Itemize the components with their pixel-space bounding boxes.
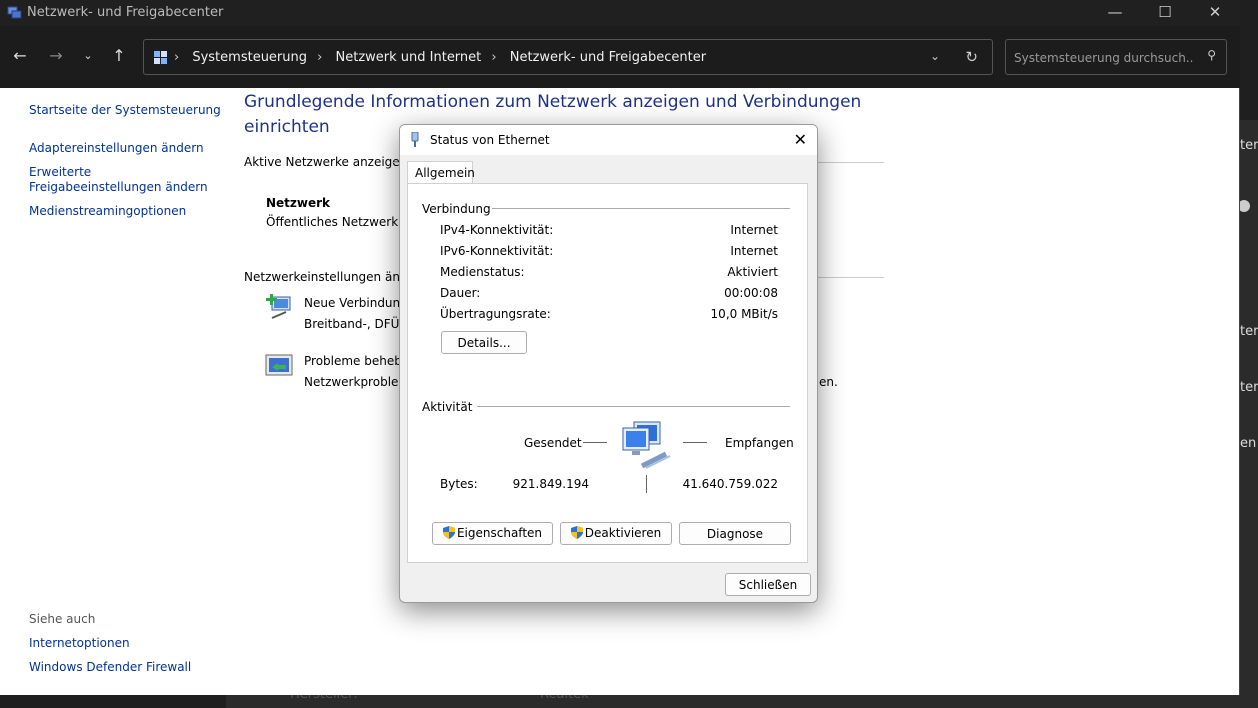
tab-general[interactable]: Allgemein [407, 161, 475, 184]
properties-button[interactable]: Eigenschaften [432, 522, 553, 545]
sidebar-item-advanced-sharing[interactable]: Erweiterte Freigabeeinstellungen ändern [29, 165, 209, 195]
address-dropdown-chevron-icon[interactable]: ⌄ [930, 49, 940, 63]
background-edge-text: ter [1240, 380, 1258, 395]
sent-label: Gesendet [524, 436, 582, 450]
connection-heading: Verbindung [422, 202, 491, 216]
breadcrumb-separator-icon: › [174, 50, 180, 65]
diagnose-button[interactable]: Diagnose [679, 522, 791, 545]
background-edge-text: en [1240, 436, 1257, 451]
properties-button-label: Eigenschaften [456, 526, 543, 540]
address-bar[interactable]: › Systemsteuerung › Netzwerk und Interne… [143, 39, 993, 75]
navigation-bar: ← → ⌄ ↑ › Systemsteuerung › Netzwerk und… [0, 26, 1240, 88]
search-input[interactable] [1014, 48, 1194, 68]
media-status-value: Aktiviert [727, 265, 778, 279]
speed-value: 10,0 MBit/s [710, 307, 778, 321]
breadcrumb: › Systemsteuerung › Netzwerk und Interne… [174, 50, 712, 65]
dialog-title-bar: Status von Ethernet ✕ [400, 125, 817, 155]
up-arrow-icon[interactable]: ↑ [107, 46, 131, 68]
maximize-button[interactable]: ☐ [1155, 3, 1175, 23]
duration-label: Dauer: [440, 286, 481, 300]
media-status-label: Medienstatus: [440, 265, 525, 279]
settings-heading: Netzwerkeinstellungen änder [244, 270, 420, 284]
close-icon[interactable]: ✕ [794, 130, 807, 149]
back-arrow-icon[interactable]: ← [8, 46, 32, 68]
disable-button[interactable]: Deaktivieren [560, 522, 672, 545]
see-also-heading: Siehe auch [29, 612, 96, 626]
divider [492, 208, 790, 209]
troubleshoot-description-tail: en. [819, 375, 838, 389]
dialog-title: Status von Ethernet [430, 133, 550, 147]
network-type: Öffentliches Netzwerk [266, 215, 399, 229]
ipv6-label: IPv6-Konnektivität: [440, 244, 554, 258]
title-bar: Netzwerk- und Freigabecenter — ☐ ✕ [0, 0, 1240, 26]
disable-button-label: Deaktivieren [584, 526, 662, 540]
breadcrumb-item[interactable]: Netzwerk- und Freigabecenter [510, 50, 706, 65]
close-dialog-button[interactable]: Schließen [725, 573, 811, 596]
troubleshoot-icon [265, 354, 293, 376]
uac-shield-icon [570, 526, 583, 539]
ethernet-plug-icon [411, 132, 419, 147]
see-also-internet-options[interactable]: Internetoptionen [29, 636, 130, 650]
search-icon[interactable]: ⚲ [1207, 48, 1216, 62]
recent-locations-chevron-icon[interactable]: ⌄ [76, 49, 100, 71]
bytes-label: Bytes: [440, 477, 478, 491]
control-panel-icon [154, 51, 167, 64]
active-networks-heading: Aktive Netzwerke anzeigen [244, 155, 408, 169]
activity-heading: Aktivität [422, 400, 473, 414]
breadcrumb-item[interactable]: Systemsteuerung [192, 50, 307, 65]
details-button[interactable]: Details... [441, 331, 527, 354]
bytes-sent-value: 921.849.194 [512, 477, 589, 491]
window-title: Netzwerk- und Freigabecenter [27, 5, 224, 20]
bytes-divider [646, 475, 647, 493]
bytes-received-value: 41.640.759.022 [682, 477, 778, 491]
refresh-icon[interactable]: ↻ [965, 48, 978, 66]
breadcrumb-item[interactable]: Netzwerk und Internet [336, 50, 482, 65]
duration-value: 00:00:08 [724, 286, 778, 300]
troubleshoot-link[interactable]: Probleme behebe [304, 354, 409, 368]
network-center-icon [7, 6, 22, 19]
received-label: Empfangen [725, 436, 794, 450]
ipv4-label: IPv4-Konnektivität: [440, 223, 554, 237]
general-tab-panel [407, 183, 808, 563]
sent-line [583, 442, 607, 443]
divider [477, 406, 790, 407]
uac-shield-icon [442, 526, 455, 539]
ipv6-value: Internet [730, 244, 778, 258]
background-edge-text: ter [1240, 324, 1258, 339]
see-also-firewall[interactable]: Windows Defender Firewall [29, 660, 191, 674]
ipv4-value: Internet [730, 223, 778, 237]
troubleshoot-description: Netzwerkproblem [304, 375, 411, 389]
forward-arrow-icon[interactable]: → [44, 46, 68, 68]
speed-label: Übertragungsrate: [440, 307, 551, 321]
sidebar-item-media-streaming[interactable]: Medienstreamingoptionen [29, 204, 186, 218]
sidebar-item-adapter-settings[interactable]: Adaptereinstellungen ändern [29, 141, 204, 155]
search-box[interactable]: ⚲ [1005, 39, 1227, 75]
minimize-button[interactable]: — [1105, 3, 1125, 23]
new-connection-icon [266, 294, 291, 319]
received-line [683, 442, 707, 443]
background-edge-text: ter [1240, 138, 1258, 153]
network-name: Netzwerk [266, 196, 331, 210]
close-window-button[interactable]: ✕ [1205, 3, 1225, 23]
breadcrumb-separator-icon: › [317, 50, 323, 65]
sidebar-home-link[interactable]: Startseite der Systemsteuerung [29, 103, 221, 117]
network-computers-icon [622, 421, 671, 469]
breadcrumb-separator-icon: › [491, 50, 497, 65]
new-connection-link[interactable]: Neue Verbindung [304, 296, 408, 310]
